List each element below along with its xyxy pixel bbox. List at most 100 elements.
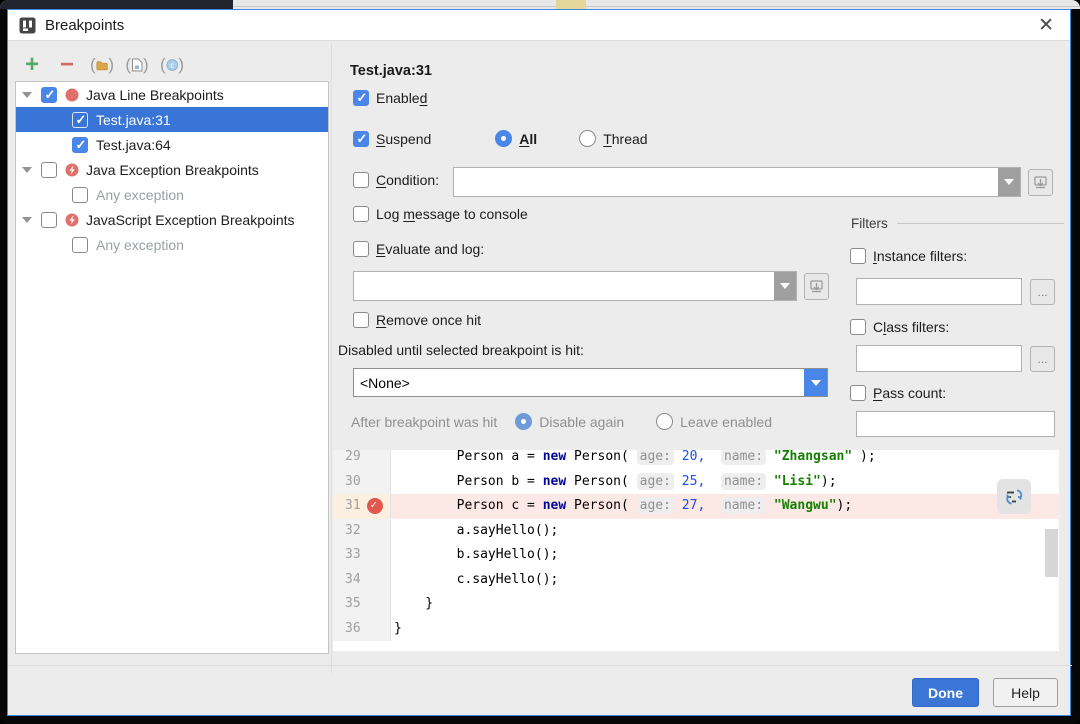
exception-breakpoint-icon bbox=[65, 163, 79, 177]
line-number[interactable]: 31 bbox=[333, 494, 391, 519]
line-number[interactable]: 35 bbox=[333, 592, 391, 617]
tree-item-any-exception[interactable]: Any exception bbox=[16, 232, 328, 257]
suspend-thread-radio[interactable] bbox=[579, 130, 596, 147]
panel-splitter[interactable] bbox=[331, 43, 332, 673]
line-number[interactable]: 29 bbox=[333, 450, 391, 470]
disabled-until-combo[interactable] bbox=[353, 368, 828, 397]
tree-item-label: Any exception bbox=[96, 237, 184, 253]
class-filters-label: Class filters: bbox=[873, 319, 949, 335]
paren-glyph: ) bbox=[178, 55, 184, 75]
line-number[interactable]: 34 bbox=[333, 568, 391, 593]
condition-input[interactable] bbox=[454, 168, 998, 196]
tree-item-java-line-breakpoints[interactable]: Java Line Breakpoints bbox=[16, 82, 328, 107]
tree-item-javascript-exception-breakpoints[interactable]: JavaScript Exception Breakpoints bbox=[16, 207, 328, 232]
remove-once-checkbox[interactable] bbox=[353, 312, 369, 328]
code-text: c.sayHello(); bbox=[391, 568, 558, 593]
suspend-all-radio[interactable] bbox=[495, 130, 512, 147]
pass-count-checkbox[interactable] bbox=[850, 385, 866, 401]
tree-item-label: Test.java:64 bbox=[96, 137, 171, 153]
instance-filters-browse-button[interactable]: ... bbox=[1030, 279, 1055, 305]
pass-count-input[interactable] bbox=[857, 412, 1054, 436]
close-icon[interactable]: ✕ bbox=[1038, 15, 1054, 36]
verified-breakpoint-icon[interactable] bbox=[367, 498, 383, 514]
instance-filters-input[interactable] bbox=[857, 279, 1021, 304]
expander-icon[interactable] bbox=[22, 167, 32, 173]
footer-separator bbox=[8, 665, 1072, 666]
line-number[interactable]: 30 bbox=[333, 470, 391, 495]
instance-filters-label: Instance filters: bbox=[873, 248, 967, 264]
evaluate-expand-button[interactable] bbox=[804, 273, 829, 300]
evaluate-checkbox[interactable] bbox=[353, 241, 369, 257]
disabled-until-label: Disabled until selected breakpoint is hi… bbox=[338, 342, 584, 358]
checkbox-unchecked[interactable] bbox=[72, 237, 88, 253]
enabled-label: Enabled bbox=[376, 90, 427, 106]
enabled-checkbox[interactable] bbox=[353, 90, 369, 106]
condition-label: Condition: bbox=[376, 172, 439, 188]
class-icon: c bbox=[166, 58, 179, 72]
remove-once-row: Remove once hit bbox=[353, 312, 481, 328]
checkbox-checked[interactable] bbox=[72, 112, 88, 128]
class-filters-checkbox[interactable] bbox=[850, 319, 866, 335]
checkbox-checked[interactable] bbox=[41, 87, 57, 103]
code-text: Person a = new Person( age: 20, name: "Z… bbox=[391, 450, 876, 470]
done-button[interactable]: Done bbox=[912, 678, 979, 707]
condition-expand-button[interactable] bbox=[1028, 169, 1053, 196]
evaluate-dropdown-button[interactable] bbox=[774, 272, 796, 300]
pass-count-row: Pass count: bbox=[850, 385, 946, 401]
instance-filters-checkbox[interactable] bbox=[850, 248, 866, 264]
code-preview: 29 Person a = new Person( age: 20, name:… bbox=[333, 450, 1059, 651]
line-number[interactable]: 32 bbox=[333, 519, 391, 544]
code-text: Person b = new Person( age: 25, name: "L… bbox=[391, 470, 837, 495]
help-button[interactable]: Help bbox=[993, 678, 1058, 707]
expander-icon[interactable] bbox=[22, 92, 32, 98]
filters-group-title: Filters bbox=[851, 216, 888, 231]
group-by-file-button[interactable]: ( ) bbox=[125, 53, 149, 77]
tree-item-java-exception-breakpoints[interactable]: Java Exception Breakpoints bbox=[16, 157, 328, 182]
chevron-down-icon bbox=[780, 283, 790, 289]
inlay-hints-settings-icon bbox=[1003, 486, 1025, 508]
condition-dropdown-button[interactable] bbox=[998, 168, 1020, 196]
remove-once-label: Remove once hit bbox=[376, 312, 481, 328]
code-scrollbar-thumb[interactable] bbox=[1045, 529, 1058, 577]
line-number[interactable]: 36 bbox=[333, 617, 391, 642]
tree-item-test-java-64[interactable]: Test.java:64 bbox=[16, 132, 328, 157]
expand-editor-icon bbox=[809, 279, 824, 294]
inlay-hints-settings-button[interactable] bbox=[997, 479, 1031, 514]
chevron-down-icon bbox=[1004, 179, 1014, 185]
code-text: } bbox=[391, 617, 402, 642]
line-breakpoint-icon bbox=[65, 88, 79, 102]
paren-glyph: ) bbox=[143, 55, 149, 75]
suspend-checkbox[interactable] bbox=[353, 131, 369, 147]
svg-text:c: c bbox=[170, 61, 174, 70]
group-by-class-button[interactable]: ( c ) bbox=[160, 53, 184, 77]
breakpoints-dialog-icon bbox=[19, 17, 36, 34]
leave-enabled-label: Leave enabled bbox=[680, 414, 772, 430]
disabled-until-dropdown-button[interactable] bbox=[804, 369, 827, 396]
log-message-checkbox[interactable] bbox=[353, 206, 369, 222]
checkbox-unchecked[interactable] bbox=[72, 187, 88, 203]
checkbox-checked[interactable] bbox=[72, 137, 88, 153]
disable-again-radio[interactable] bbox=[515, 413, 532, 430]
suspend-label: Suspend bbox=[376, 131, 431, 147]
remove-breakpoint-button[interactable]: − bbox=[55, 53, 79, 77]
suspend-all-label: All bbox=[519, 131, 537, 147]
checkbox-unchecked[interactable] bbox=[41, 162, 57, 178]
disable-again-label: Disable again bbox=[539, 414, 624, 430]
expander-icon[interactable] bbox=[22, 217, 32, 223]
evaluate-combo bbox=[353, 271, 797, 301]
tree-item-label: Java Exception Breakpoints bbox=[86, 162, 259, 178]
class-filters-browse-button[interactable]: ... bbox=[1030, 346, 1055, 372]
add-breakpoint-button[interactable]: + bbox=[20, 53, 44, 77]
condition-checkbox[interactable] bbox=[353, 172, 369, 188]
class-filters-input[interactable] bbox=[857, 346, 1021, 371]
chevron-down-icon bbox=[811, 380, 821, 386]
tree-item-any-exception[interactable]: Any exception bbox=[16, 182, 328, 207]
checkbox-unchecked[interactable] bbox=[41, 212, 57, 228]
disabled-until-value[interactable] bbox=[354, 369, 804, 396]
screen: Breakpoints ✕ + − ( ) ( ) bbox=[0, 0, 1080, 724]
line-number[interactable]: 33 bbox=[333, 543, 391, 568]
leave-enabled-radio[interactable] bbox=[656, 413, 673, 430]
evaluate-input[interactable] bbox=[354, 272, 774, 300]
tree-item-test-java-31[interactable]: Test.java:31 bbox=[16, 107, 328, 132]
group-by-package-button[interactable]: ( ) bbox=[90, 53, 114, 77]
